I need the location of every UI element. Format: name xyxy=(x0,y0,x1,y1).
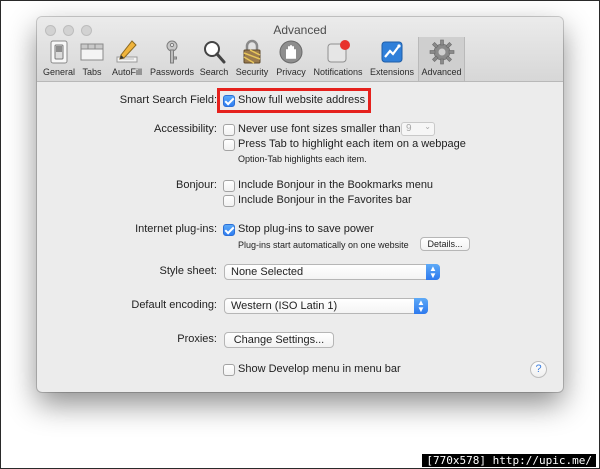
toolbar-item-notifications[interactable]: Notifications xyxy=(310,37,366,79)
tab-highlight-text: Press Tab to highlight each item on a we… xyxy=(238,138,466,150)
red-highlight-box xyxy=(217,88,371,113)
toolbar-item-extensions[interactable]: Extensions xyxy=(367,37,417,79)
padlock-icon xyxy=(243,39,261,64)
gear-icon xyxy=(429,39,454,65)
min-font-size-text: Never use font sizes smaller than xyxy=(238,123,401,135)
style-sheet-label: Style sheet: xyxy=(159,265,217,277)
tabs-icon xyxy=(80,43,104,61)
key-icon xyxy=(166,40,178,64)
advanced-pane: Smart Search Field: Show full website ad… xyxy=(37,82,563,392)
toolbar-item-privacy[interactable]: Privacy xyxy=(273,37,309,79)
toolbar-item-general[interactable]: General xyxy=(40,37,78,79)
bonjour-bookmarks-checkbox[interactable] xyxy=(223,180,235,192)
tab-highlight-note: Option-Tab highlights each item. xyxy=(238,154,367,164)
toolbar-item-search[interactable]: Search xyxy=(197,37,231,79)
toolbar-label-general: General xyxy=(42,67,76,77)
window-title: Advanced xyxy=(273,23,327,37)
plugins-note: Plug-ins start automatically on one webs… xyxy=(238,240,409,250)
tab-highlight-checkbox[interactable] xyxy=(223,139,235,151)
min-font-size-value: 9 xyxy=(406,123,412,134)
stop-plugins-text: Stop plug-ins to save power xyxy=(238,223,374,235)
preferences-window: Advanced General Tabs AutoFill Passwords… xyxy=(37,17,563,392)
bonjour-bookmarks-text: Include Bonjour in the Bookmarks menu xyxy=(238,179,434,191)
help-button[interactable]: ? xyxy=(530,361,547,378)
bonjour-favorites-checkbox[interactable] xyxy=(223,195,235,207)
toolbar-label-extensions: Extensions xyxy=(369,67,415,77)
style-sheet-value: None Selected xyxy=(231,266,304,278)
min-font-size-checkbox[interactable] xyxy=(223,124,235,136)
accessibility-label: Accessibility: xyxy=(154,123,217,135)
change-proxy-settings-button[interactable]: Change Settings... xyxy=(224,332,334,348)
toolbar-item-passwords[interactable]: Passwords xyxy=(148,37,196,79)
chevron-down-icon: ⌄ xyxy=(424,122,431,131)
hand-icon xyxy=(279,40,303,64)
min-font-size-select[interactable]: 9 ⌄ xyxy=(401,122,435,136)
magnifier-icon xyxy=(204,41,226,64)
general-switch-icon xyxy=(50,40,68,64)
title-bar: Advanced General Tabs AutoFill Passwords… xyxy=(37,17,563,82)
style-sheet-select[interactable]: None Selected ▲ ▼ xyxy=(224,264,440,280)
encoding-label: Default encoding: xyxy=(131,299,217,311)
encoding-select[interactable]: Western (ISO Latin 1) ▲ ▼ xyxy=(224,298,428,314)
toolbar-item-autofill[interactable]: AutoFill xyxy=(107,37,147,79)
smart-search-label: Smart Search Field: xyxy=(119,94,217,106)
up-down-arrows-icon: ▲ ▼ xyxy=(426,264,440,280)
watermark: [770x578] http://upic.me/ xyxy=(422,454,596,467)
toolbar-label-autofill: AutoFill xyxy=(111,67,142,77)
toolbar-label-security: Security xyxy=(235,67,269,77)
toolbar-label-tabs: Tabs xyxy=(82,67,102,77)
toolbar-label-notifications: Notifications xyxy=(313,67,363,77)
proxies-label: Proxies: xyxy=(177,333,217,345)
notification-badge-icon xyxy=(327,40,350,63)
toolbar-item-advanced[interactable]: Advanced xyxy=(418,37,465,81)
toolbar-item-security[interactable]: Security xyxy=(232,37,272,79)
bonjour-label: Bonjour: xyxy=(176,179,217,191)
bonjour-favorites-text: Include Bonjour in the Favorites bar xyxy=(238,194,412,206)
stop-plugins-checkbox[interactable] xyxy=(223,224,235,236)
toolbar-label-privacy: Privacy xyxy=(276,67,306,77)
toolbar-label-advanced: Advanced xyxy=(421,67,462,77)
toolbar-item-tabs[interactable]: Tabs xyxy=(78,37,106,79)
puzzle-icon xyxy=(381,41,403,63)
plugin-details-button[interactable]: Details... xyxy=(420,237,470,251)
plugins-label: Internet plug-ins: xyxy=(135,223,217,235)
pencil-icon xyxy=(116,40,138,63)
toolbar-label-passwords: Passwords xyxy=(149,67,194,77)
up-down-arrows-icon: ▲ ▼ xyxy=(414,298,428,314)
show-develop-menu-text: Show Develop menu in menu bar xyxy=(238,363,401,375)
encoding-value: Western (ISO Latin 1) xyxy=(231,300,338,312)
show-develop-menu-checkbox[interactable] xyxy=(223,364,235,376)
toolbar-label-search: Search xyxy=(199,67,229,77)
